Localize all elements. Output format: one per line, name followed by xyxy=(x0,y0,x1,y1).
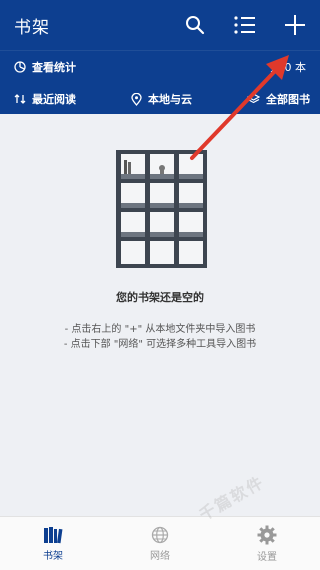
search-button[interactable] xyxy=(182,12,208,38)
tab-settings-label: 设置 xyxy=(257,552,277,563)
add-icon xyxy=(285,15,305,35)
sort-icon xyxy=(14,94,26,104)
layers-icon xyxy=(247,93,260,104)
tab-bookshelf-label: 书架 xyxy=(43,551,63,562)
bookshelf-illustration xyxy=(116,150,207,268)
sort-button[interactable]: 最近阅读 xyxy=(14,83,76,115)
list-view-button[interactable] xyxy=(232,12,258,38)
search-icon xyxy=(186,16,205,35)
empty-shelf-area: 您的书架还是空的 - 点击右上的 "+" 从本地文件夹中导入图书 - 点击下部 … xyxy=(0,114,320,516)
filter-label: 全部图书 xyxy=(266,93,310,106)
gear-icon xyxy=(257,525,277,545)
bottom-nav: 书架 网络 设置 xyxy=(0,516,320,570)
tab-settings[interactable]: 设置 xyxy=(214,517,320,570)
stats-button[interactable]: 查看统计 xyxy=(14,51,76,83)
page-title: 书架 xyxy=(14,18,50,38)
toolbar: 查看统计 共 0 本 最近阅读 本地与云 全部图书 xyxy=(0,50,320,114)
pie-chart-icon xyxy=(14,61,26,73)
location-label: 本地与云 xyxy=(148,93,192,106)
filter-button[interactable]: 全部图书 xyxy=(247,83,310,115)
location-button[interactable]: 本地与云 xyxy=(131,83,192,115)
top-bar: 书架 xyxy=(0,0,320,50)
tab-network[interactable]: 网络 xyxy=(107,517,213,570)
empty-title: 您的书架还是空的 xyxy=(116,291,204,304)
list-icon xyxy=(234,16,255,34)
stats-label: 查看统计 xyxy=(32,61,76,74)
location-pin-icon xyxy=(131,92,142,106)
globe-icon xyxy=(151,526,169,544)
tab-network-label: 网络 xyxy=(150,551,170,562)
book-count: 共 0 本 xyxy=(270,61,306,74)
tab-bookshelf[interactable]: 书架 xyxy=(0,517,106,570)
hint-import-network: - 点击下部 "网络" 可选择多种工具导入图书 xyxy=(63,339,257,350)
add-button[interactable] xyxy=(282,12,308,38)
sort-label: 最近阅读 xyxy=(32,93,76,106)
bookshelf-icon xyxy=(44,527,63,544)
hint-import-local: - 点击右上的 "+" 从本地文件夹中导入图书 xyxy=(64,324,256,335)
